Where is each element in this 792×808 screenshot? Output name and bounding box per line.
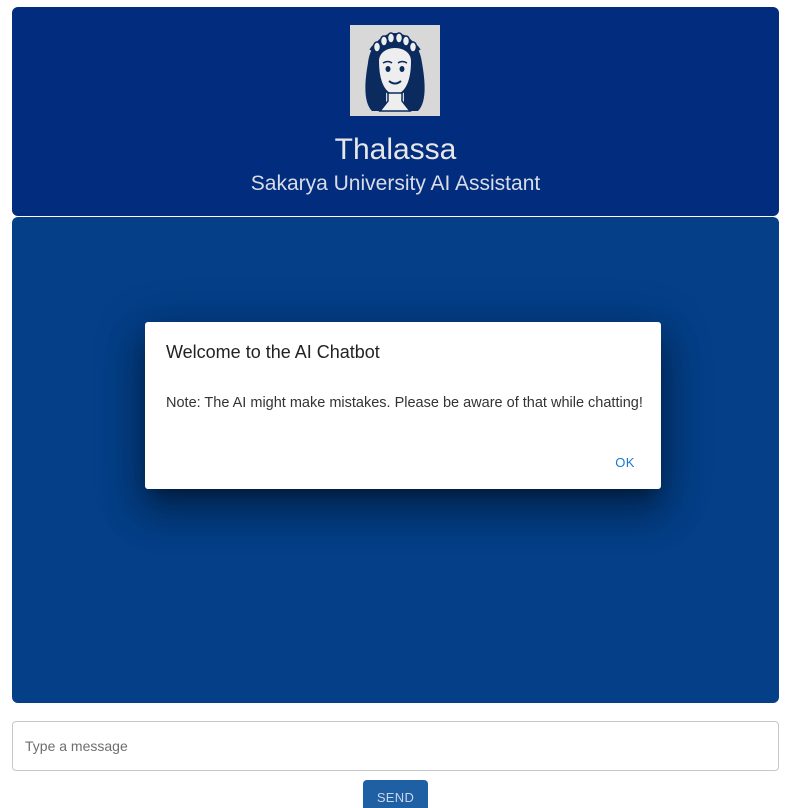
dialog-message: Note: The AI might make mistakes. Please… — [166, 395, 643, 411]
chat-page: Thalassa Sakarya University AI Assistant… — [0, 0, 792, 808]
dialog-ok-button[interactable]: OK — [605, 447, 645, 477]
welcome-dialog: Welcome to the AI Chatbot Note: The AI m… — [145, 322, 661, 489]
dialog-title: Welcome to the AI Chatbot — [166, 342, 380, 362]
